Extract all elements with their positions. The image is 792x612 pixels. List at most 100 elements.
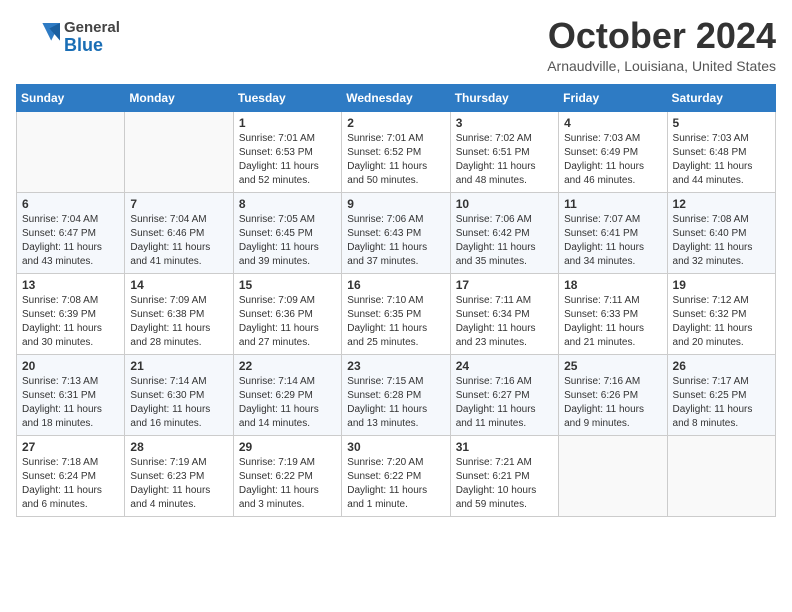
day-number: 18 xyxy=(564,278,661,292)
col-monday: Monday xyxy=(125,84,233,111)
page-container: General Blue October 2024 Arnaudville, L… xyxy=(16,16,776,517)
day-number: 16 xyxy=(347,278,444,292)
calendar-week-4: 20 Sunrise: 7:13 AMSunset: 6:31 PMDayligh… xyxy=(17,354,776,435)
day-number: 2 xyxy=(347,116,444,130)
day-number: 26 xyxy=(673,359,770,373)
calendar-cell xyxy=(17,111,125,192)
logo: General Blue xyxy=(16,16,120,60)
cell-info: Sunrise: 7:15 AMSunset: 6:28 PMDaylight:… xyxy=(347,376,427,429)
calendar-cell: 17 Sunrise: 7:11 AMSunset: 6:34 PMDayligh… xyxy=(450,273,558,354)
calendar-cell: 29Sunrise: 7:19 AMSunset: 6:22 PMDayligh… xyxy=(233,435,341,516)
cell-info: Sunrise: 7:08 AMSunset: 6:40 PMDaylight:… xyxy=(673,214,753,267)
calendar-cell: 1 Sunrise: 7:01 AMSunset: 6:53 PMDaylight… xyxy=(233,111,341,192)
logo-general-text: General xyxy=(64,20,120,37)
calendar-cell: 27 Sunrise: 7:18 AMSunset: 6:24 PMDayligh… xyxy=(17,435,125,516)
calendar-cell xyxy=(667,435,775,516)
day-number: 9 xyxy=(347,197,444,211)
cell-info: Sunrise: 7:11 AMSunset: 6:33 PMDaylight:… xyxy=(564,295,644,348)
cell-info: Sunrise: 7:16 AMSunset: 6:26 PMDaylight:… xyxy=(564,376,644,429)
cell-info: Sunrise: 7:19 AMSunset: 6:22 PMDaylight:… xyxy=(239,457,319,510)
title-block: October 2024 Arnaudville, Louisiana, Uni… xyxy=(547,16,776,74)
cell-info: Sunrise: 7:19 AMSunset: 6:23 PMDaylight:… xyxy=(130,457,210,510)
col-saturday: Saturday xyxy=(667,84,775,111)
cell-info: Sunrise: 7:09 AMSunset: 6:36 PMDaylight:… xyxy=(239,295,319,348)
day-number: 23 xyxy=(347,359,444,373)
calendar-cell: 25 Sunrise: 7:16 AMSunset: 6:26 PMDayligh… xyxy=(559,354,667,435)
day-number: 21 xyxy=(130,359,227,373)
cell-info: Sunrise: 7:05 AMSunset: 6:45 PMDaylight:… xyxy=(239,214,319,267)
calendar-cell: 19Sunrise: 7:12 AMSunset: 6:32 PMDayligh… xyxy=(667,273,775,354)
calendar-cell: 21 Sunrise: 7:14 AMSunset: 6:30 PMDayligh… xyxy=(125,354,233,435)
day-number: 1 xyxy=(239,116,336,130)
calendar-cell: 26 Sunrise: 7:17 AMSunset: 6:25 PMDayligh… xyxy=(667,354,775,435)
calendar-cell: 20 Sunrise: 7:13 AMSunset: 6:31 PMDayligh… xyxy=(17,354,125,435)
cell-info: Sunrise: 7:02 AMSunset: 6:51 PMDaylight:… xyxy=(456,133,536,186)
cell-info: Sunrise: 7:21 AMSunset: 6:21 PMDaylight:… xyxy=(456,457,537,510)
col-friday: Friday xyxy=(559,84,667,111)
col-tuesday: Tuesday xyxy=(233,84,341,111)
calendar-cell: 4 Sunrise: 7:03 AMSunset: 6:49 PMDaylight… xyxy=(559,111,667,192)
calendar-cell: 5 Sunrise: 7:03 AMSunset: 6:48 PMDaylight… xyxy=(667,111,775,192)
cell-info: Sunrise: 7:14 AMSunset: 6:29 PMDaylight:… xyxy=(239,376,319,429)
day-number: 10 xyxy=(456,197,553,211)
day-number: 28 xyxy=(130,440,227,454)
day-number: 7 xyxy=(130,197,227,211)
calendar-table: Sunday Monday Tuesday Wednesday Thursday… xyxy=(16,84,776,517)
day-number: 4 xyxy=(564,116,661,130)
calendar-cell: 22 Sunrise: 7:14 AMSunset: 6:29 PMDayligh… xyxy=(233,354,341,435)
cell-info: Sunrise: 7:07 AMSunset: 6:41 PMDaylight:… xyxy=(564,214,644,267)
cell-info: Sunrise: 7:20 AMSunset: 6:22 PMDaylight:… xyxy=(347,457,427,510)
day-number: 17 xyxy=(456,278,553,292)
cell-info: Sunrise: 7:13 AMSunset: 6:31 PMDaylight:… xyxy=(22,376,102,429)
cell-info: Sunrise: 7:08 AMSunset: 6:39 PMDaylight:… xyxy=(22,295,102,348)
calendar-week-3: 13 Sunrise: 7:08 AMSunset: 6:39 PMDayligh… xyxy=(17,273,776,354)
day-number: 19 xyxy=(673,278,770,292)
cell-info: Sunrise: 7:06 AMSunset: 6:43 PMDaylight:… xyxy=(347,214,427,267)
cell-info: Sunrise: 7:11 AMSunset: 6:34 PMDaylight:… xyxy=(456,295,536,348)
cell-info: Sunrise: 7:18 AMSunset: 6:24 PMDaylight:… xyxy=(22,457,102,510)
day-number: 22 xyxy=(239,359,336,373)
cell-info: Sunrise: 7:10 AMSunset: 6:35 PMDaylight:… xyxy=(347,295,427,348)
calendar-cell: 16 Sunrise: 7:10 AMSunset: 6:35 PMDayligh… xyxy=(342,273,450,354)
logo-icon xyxy=(16,16,60,60)
logo-text: General Blue xyxy=(64,20,120,56)
cell-info: Sunrise: 7:01 AMSunset: 6:53 PMDaylight:… xyxy=(239,133,319,186)
cell-info: Sunrise: 7:14 AMSunset: 6:30 PMDaylight:… xyxy=(130,376,210,429)
calendar-cell: 24Sunrise: 7:16 AMSunset: 6:27 PMDayligh… xyxy=(450,354,558,435)
day-number: 11 xyxy=(564,197,661,211)
day-number: 5 xyxy=(673,116,770,130)
calendar-cell: 2Sunrise: 7:01 AMSunset: 6:52 PMDaylight… xyxy=(342,111,450,192)
calendar-cell: 7 Sunrise: 7:04 AMSunset: 6:46 PMDaylight… xyxy=(125,192,233,273)
cell-info: Sunrise: 7:03 AMSunset: 6:48 PMDaylight:… xyxy=(673,133,753,186)
calendar-body: 1 Sunrise: 7:01 AMSunset: 6:53 PMDaylight… xyxy=(17,111,776,516)
day-number: 8 xyxy=(239,197,336,211)
month-title: October 2024 xyxy=(547,16,776,56)
calendar-week-2: 6Sunrise: 7:04 AMSunset: 6:47 PMDaylight… xyxy=(17,192,776,273)
cell-info: Sunrise: 7:17 AMSunset: 6:25 PMDaylight:… xyxy=(673,376,753,429)
calendar-cell: 3Sunrise: 7:02 AMSunset: 6:51 PMDaylight… xyxy=(450,111,558,192)
cell-info: Sunrise: 7:09 AMSunset: 6:38 PMDaylight:… xyxy=(130,295,210,348)
calendar-cell: 23 Sunrise: 7:15 AMSunset: 6:28 PMDayligh… xyxy=(342,354,450,435)
calendar-cell: 6Sunrise: 7:04 AMSunset: 6:47 PMDaylight… xyxy=(17,192,125,273)
day-number: 31 xyxy=(456,440,553,454)
day-number: 6 xyxy=(22,197,119,211)
cell-info: Sunrise: 7:06 AMSunset: 6:42 PMDaylight:… xyxy=(456,214,536,267)
day-number: 27 xyxy=(22,440,119,454)
col-sunday: Sunday xyxy=(17,84,125,111)
calendar-cell: 10 Sunrise: 7:06 AMSunset: 6:42 PMDayligh… xyxy=(450,192,558,273)
calendar-cell xyxy=(559,435,667,516)
calendar-week-5: 27 Sunrise: 7:18 AMSunset: 6:24 PMDayligh… xyxy=(17,435,776,516)
calendar-header: Sunday Monday Tuesday Wednesday Thursday… xyxy=(17,84,776,111)
cell-info: Sunrise: 7:04 AMSunset: 6:46 PMDaylight:… xyxy=(130,214,210,267)
calendar-cell: 14Sunrise: 7:09 AMSunset: 6:38 PMDayligh… xyxy=(125,273,233,354)
cell-info: Sunrise: 7:03 AMSunset: 6:49 PMDaylight:… xyxy=(564,133,644,186)
day-number: 20 xyxy=(22,359,119,373)
cell-info: Sunrise: 7:16 AMSunset: 6:27 PMDaylight:… xyxy=(456,376,536,429)
col-wednesday: Wednesday xyxy=(342,84,450,111)
calendar-cell: 11 Sunrise: 7:07 AMSunset: 6:41 PMDayligh… xyxy=(559,192,667,273)
day-number: 25 xyxy=(564,359,661,373)
day-number: 13 xyxy=(22,278,119,292)
calendar-cell: 18 Sunrise: 7:11 AMSunset: 6:33 PMDayligh… xyxy=(559,273,667,354)
day-number: 15 xyxy=(239,278,336,292)
day-number: 12 xyxy=(673,197,770,211)
